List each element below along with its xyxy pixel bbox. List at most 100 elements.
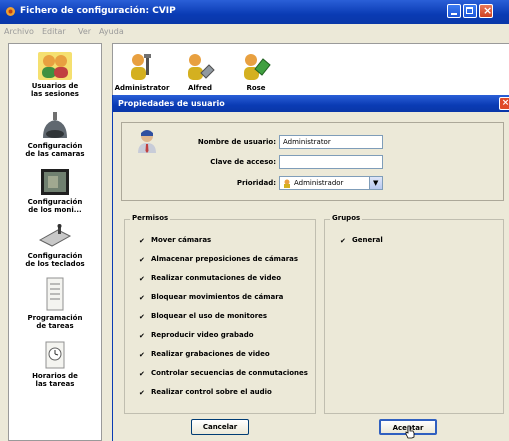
menu-archivo[interactable]: Archivo — [4, 27, 34, 36]
sidebar-item-label: Configuración — [27, 142, 83, 150]
admin-user-icon — [284, 179, 290, 188]
menu-editar[interactable]: Editar — [42, 27, 66, 36]
check-icon: ✔ — [139, 294, 145, 302]
sidebar-item-label: de los moni... — [28, 206, 82, 214]
close-icon: × — [501, 98, 509, 108]
permission-checkbox[interactable]: ✔ Realizar grabaciones de video — [139, 350, 270, 359]
dialog-title: Propiedades de usuario — [118, 99, 225, 108]
permission-checkbox[interactable]: ✔ Bloquear movimientos de cámara — [139, 293, 284, 302]
user-icon — [244, 54, 271, 80]
sidebar-item-usuarios[interactable]: Usuarios de las sesiones — [9, 52, 101, 98]
permission-label: Almacenar preposiciones de cámaras — [151, 255, 299, 263]
permission-label: Realizar grabaciones de video — [151, 350, 270, 358]
schedule-icon — [46, 277, 64, 311]
permission-checkbox[interactable]: ✔ Bloquear el uso de monitores — [139, 312, 268, 321]
menu-bar: Archivo Editar Ver Ayuda — [0, 24, 509, 38]
chevron-down-icon: ▼ — [373, 179, 379, 187]
sidebar-item-label: Usuarios de — [31, 82, 79, 90]
sidebar-item-teclados[interactable]: Configuración de los teclados — [9, 224, 101, 268]
check-icon: ✔ — [139, 389, 145, 397]
priority-label: Prioridad: — [236, 179, 276, 187]
permission-label: Controlar secuencias de conmutaciones — [151, 369, 308, 377]
hand-cursor-icon — [405, 425, 415, 439]
menu-ayuda[interactable]: Ayuda — [99, 27, 124, 36]
cancel-button[interactable]: Cancelar — [191, 419, 249, 435]
check-icon: ✔ — [139, 313, 145, 321]
users-icon — [38, 52, 72, 80]
username-field[interactable]: Administrator — [279, 135, 383, 149]
permission-checkbox[interactable]: ✔ Controlar secuencias de conmutaciones — [139, 369, 308, 378]
groups-group: Grupos ✔ General — [324, 214, 504, 414]
sidebar-item-label: Programación — [27, 314, 83, 322]
permission-checkbox[interactable]: ✔ Almacenar preposiciones de cámaras — [139, 255, 299, 264]
user-item-administrator[interactable]: Administrator — [113, 51, 171, 92]
user-avatar-icon — [138, 130, 156, 153]
permission-checkbox[interactable]: ✔ Realizar control sobre el audio — [139, 388, 272, 397]
permissions-group: Permisos ✔ Mover cámaras ✔ Almacenar prepo… — [124, 214, 316, 414]
keyboard-icon — [38, 224, 72, 247]
window-title: Fichero de configuración: CVIP — [20, 6, 176, 16]
dialog-close-button[interactable]: × — [499, 97, 509, 110]
user-properties-dialog: Propiedades de usuario × Nombre de usuar… — [112, 95, 509, 441]
sidebar-item-monitores[interactable]: Configuración de los moni... — [9, 168, 101, 214]
dialog-titlebar[interactable]: Propiedades de usuario — [113, 95, 509, 112]
check-icon: ✔ — [139, 370, 145, 378]
priority-select[interactable]: Administrador ▼ — [279, 176, 383, 190]
sidebar-item-label: de los teclados — [25, 260, 85, 268]
sidebar-item-label: las tareas — [35, 380, 75, 388]
dropdown-arrow-button[interactable]: ▼ — [369, 177, 382, 189]
minimize-button[interactable] — [447, 4, 461, 18]
user-icon — [188, 54, 215, 80]
permission-label: Realizar control sobre el audio — [151, 388, 272, 396]
sidebar-item-horarios[interactable]: Horarios de las tareas — [9, 340, 101, 388]
groups-legend: Grupos — [330, 214, 363, 222]
check-icon: ✔ — [139, 256, 145, 264]
sidebar-item-label: Configuración — [27, 198, 83, 206]
user-info-panel: Nombre de usuario: Administrator Clave d… — [121, 122, 504, 201]
user-label: Administrator — [114, 84, 170, 92]
check-icon: ✔ — [340, 237, 346, 245]
close-icon: × — [483, 4, 493, 17]
permission-label: Bloquear movimientos de cámara — [151, 293, 284, 301]
sidebar-item-camaras[interactable]: Configuración de las camaras — [9, 112, 101, 158]
window-titlebar[interactable]: Fichero de configuración: CVIP × — [0, 0, 509, 24]
sidebar-item-label: Horarios de — [32, 372, 78, 380]
sidebar: Usuarios de las sesiones Configuración d… — [8, 43, 102, 441]
permission-checkbox[interactable]: ✔ Mover cámaras — [139, 236, 212, 245]
username-label: Nombre de usuario: — [197, 138, 276, 146]
group-label: General — [352, 236, 383, 244]
user-label: Alfred — [187, 84, 213, 92]
menu-ver[interactable]: Ver — [78, 27, 91, 36]
sidebar-item-label: de las camaras — [25, 150, 85, 158]
user-item-alfred[interactable]: Alfred — [175, 51, 225, 92]
close-button[interactable]: × — [479, 4, 493, 18]
priority-value: Administrador — [294, 179, 344, 187]
user-label: Rose — [246, 84, 266, 92]
check-icon: ✔ — [139, 351, 145, 359]
permission-label: Reproducir video grabado — [151, 331, 254, 339]
permission-label: Mover cámaras — [151, 236, 212, 244]
app-icon — [6, 7, 15, 16]
main-window: Fichero de configuración: CVIP × Archivo… — [0, 0, 509, 441]
sidebar-item-label: de tareas — [36, 322, 74, 330]
permission-checkbox[interactable]: ✔ Realizar conmutaciones de video — [139, 274, 282, 283]
password-label: Clave de acceso: — [210, 158, 276, 166]
sidebar-item-label: Configuración — [27, 252, 83, 260]
sidebar-item-programacion[interactable]: Programación de tareas — [9, 276, 101, 330]
check-icon: ✔ — [139, 237, 145, 245]
monitor-icon — [41, 169, 69, 195]
permission-checkbox[interactable]: ✔ Reproducir video grabado — [139, 331, 254, 340]
permissions-legend: Permisos — [130, 214, 171, 222]
password-field[interactable] — [279, 155, 383, 169]
clock-icon — [45, 341, 65, 369]
permission-label: Realizar conmutaciones de video — [151, 274, 282, 282]
permission-label: Bloquear el uso de monitores — [151, 312, 268, 320]
check-icon: ✔ — [139, 275, 145, 283]
camera-icon — [43, 112, 67, 138]
group-checkbox[interactable]: ✔ General — [340, 236, 383, 245]
sidebar-item-label: las sesiones — [31, 90, 79, 98]
user-item-rose[interactable]: Rose — [231, 51, 281, 92]
check-icon: ✔ — [139, 332, 145, 340]
admin-user-icon — [131, 54, 151, 80]
maximize-button[interactable] — [463, 4, 477, 18]
